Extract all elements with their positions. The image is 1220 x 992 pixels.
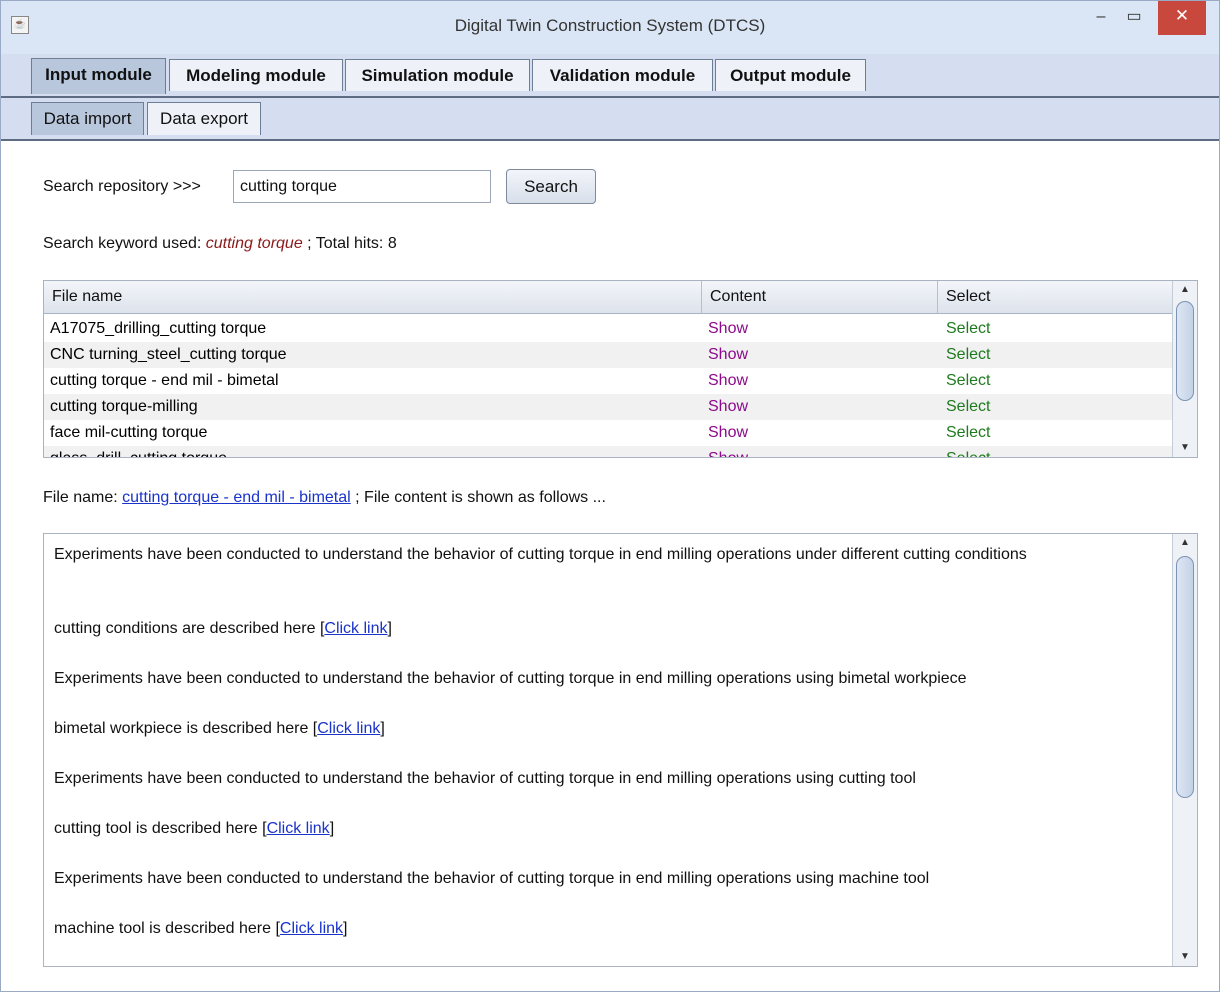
content-text: bimetal workpiece is described here [ (54, 720, 318, 737)
content-paragraph: machine tool is described here [Click li… (54, 917, 1154, 941)
file-info: File name: cutting torque - end mil - bi… (43, 489, 606, 507)
select-link[interactable]: Select (940, 342, 990, 368)
select-link[interactable]: Select (940, 316, 990, 342)
file-info-prefix: File name: (43, 489, 118, 506)
total-hits: 8 (387, 235, 397, 252)
table-row[interactable]: cutting torque - end mil - bimetal Show … (44, 368, 1174, 394)
file-name-cell: cutting torque - end mil - bimetal (50, 372, 279, 389)
close-button[interactable]: ✕ (1158, 1, 1206, 35)
tab-validation-module[interactable]: Validation module (532, 59, 713, 91)
summary-separator: ; (307, 235, 312, 252)
file-name-cell: A17075_drilling_cutting torque (50, 320, 267, 337)
content-paragraph: Experiments have been conducted to under… (54, 870, 930, 887)
summary-prefix: Search keyword used: (43, 235, 202, 252)
content-paragraph: cutting tool is described here [Click li… (54, 817, 1154, 841)
results-table: File name Content Select A17075_drilling… (43, 280, 1198, 458)
scroll-thumb[interactable] (1176, 301, 1194, 401)
select-link[interactable]: Select (940, 368, 990, 394)
file-name-cell: cutting torque-milling (50, 398, 198, 415)
file-name-cell: CNC turning_steel_cutting torque (50, 346, 287, 363)
click-link[interactable]: Click link (280, 920, 343, 937)
search-summary: Search keyword used: cutting torque ; To… (43, 235, 397, 253)
file-name-cell: glass_drill_cutting torque (44, 446, 227, 457)
scroll-down-icon[interactable]: ▼ (1173, 948, 1197, 966)
content-text: cutting conditions are described here [ (54, 620, 325, 637)
app-window: ☕ Digital Twin Construction System (DTCS… (0, 0, 1220, 992)
close-bracket: ] (380, 720, 385, 737)
click-link[interactable]: Click link (267, 820, 330, 837)
table-header: File name Content Select (44, 281, 1174, 314)
select-link[interactable]: Select (940, 420, 990, 446)
content-paragraph: Experiments have been conducted to under… (54, 670, 967, 687)
selected-file-link[interactable]: cutting torque - end mil - bimetal (122, 489, 351, 506)
content-text: machine tool is described here [ (54, 920, 280, 937)
close-bracket: ] (329, 820, 335, 837)
maximize-button[interactable]: ▭ (1119, 1, 1149, 33)
search-button[interactable]: Search (506, 169, 596, 204)
tab-modeling-module[interactable]: Modeling module (169, 59, 343, 91)
close-bracket: ] (343, 920, 348, 937)
content-scrollbar[interactable]: ▲ ▼ (1172, 534, 1197, 966)
show-link[interactable]: Show (702, 316, 748, 342)
file-info-suffix: ; File content is shown as follows ... (355, 489, 606, 506)
header-select[interactable]: Select (938, 281, 1174, 313)
close-bracket: ] (387, 620, 392, 637)
content-paragraph: bimetal workpiece is described here [Cli… (54, 717, 1154, 741)
table-row[interactable]: cutting torque-milling Show Select (44, 394, 1174, 420)
header-file-name[interactable]: File name (44, 281, 702, 313)
data-import-panel: Search repository >>> Search Search keyw… (1, 141, 1219, 991)
show-link[interactable]: Show (702, 368, 748, 394)
click-link[interactable]: Click link (317, 720, 380, 737)
hits-label: Total hits: (315, 235, 384, 252)
table-row[interactable]: glass_drill_cutting torque Show Select (44, 446, 1174, 457)
scroll-up-icon[interactable]: ▲ (1173, 534, 1197, 552)
search-input[interactable] (233, 170, 491, 203)
content-paragraph: Experiments have been conducted to under… (54, 546, 1027, 563)
minimize-button[interactable]: – (1086, 1, 1116, 33)
search-keyword: cutting torque (205, 235, 303, 252)
click-link[interactable]: Click link (324, 620, 387, 637)
table-scrollbar[interactable]: ▲ ▼ (1172, 281, 1197, 457)
search-label: Search repository >>> (43, 178, 201, 195)
scroll-up-icon[interactable]: ▲ (1173, 281, 1197, 299)
table-row[interactable]: CNC turning_steel_cutting torque Show Se… (44, 342, 1174, 368)
scroll-down-icon[interactable]: ▼ (1173, 439, 1197, 457)
file-name-cell: face mil-cutting torque (50, 424, 208, 441)
sub-tab-bar: Data import Data export (1, 98, 1219, 141)
show-link[interactable]: Show (702, 394, 748, 420)
content-paragraph: cutting conditions are described here [C… (54, 617, 1154, 641)
show-link[interactable]: Show (702, 420, 748, 446)
header-content[interactable]: Content (702, 281, 938, 313)
table-row[interactable]: face mil-cutting torque Show Select (44, 420, 1174, 446)
title-bar: ☕ Digital Twin Construction System (DTCS… (1, 1, 1219, 54)
content-text: cutting tool is described here [ (54, 820, 267, 837)
tab-input-module[interactable]: Input module (31, 58, 166, 94)
select-link[interactable]: Select (940, 446, 990, 457)
scroll-thumb[interactable] (1176, 556, 1194, 798)
show-link[interactable]: Show (702, 446, 748, 457)
file-content-area[interactable]: Experiments have been conducted to under… (43, 533, 1198, 967)
tab-data-import[interactable]: Data import (31, 102, 144, 135)
table-row[interactable]: A17075_drilling_cutting torque Show Sele… (44, 316, 1174, 342)
module-tab-bar: Input module Modeling module Simulation … (1, 54, 1219, 98)
tab-simulation-module[interactable]: Simulation module (345, 59, 530, 91)
select-link[interactable]: Select (940, 394, 990, 420)
tab-output-module[interactable]: Output module (715, 59, 866, 91)
tab-data-export[interactable]: Data export (147, 102, 261, 135)
window-title: Digital Twin Construction System (DTCS) (454, 16, 766, 35)
show-link[interactable]: Show (702, 342, 748, 368)
content-paragraph: Experiments have been conducted to under… (54, 770, 916, 787)
